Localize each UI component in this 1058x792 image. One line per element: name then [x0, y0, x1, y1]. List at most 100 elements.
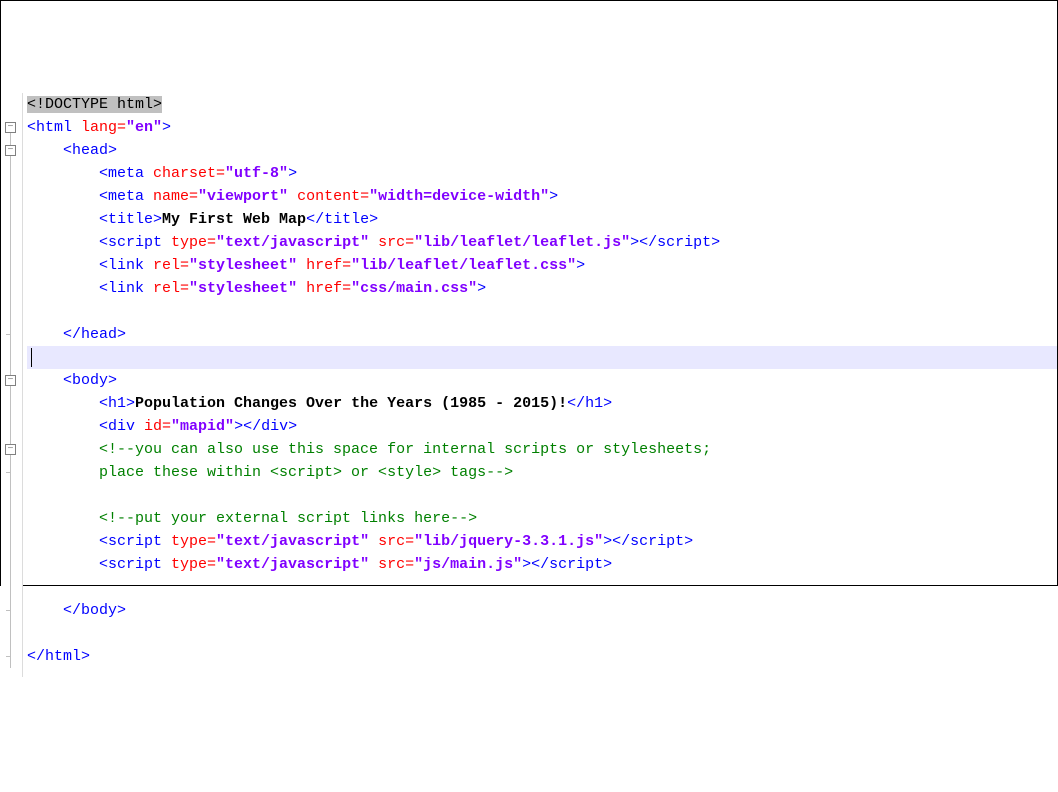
code-line[interactable]: <script type="text/javascript" src="lib/… [27, 231, 1057, 254]
code-line[interactable] [27, 346, 1057, 369]
token-tag [369, 234, 378, 251]
token-tag: <script [99, 533, 171, 550]
code-line[interactable]: <div id="mapid"></div> [27, 415, 1057, 438]
code-line[interactable]: </html> [27, 645, 1057, 668]
line-content: </html> [27, 648, 90, 665]
fold-end-tick [6, 472, 11, 473]
token-tag: <link [99, 257, 153, 274]
code-line[interactable] [27, 576, 1057, 599]
token-tag [297, 280, 306, 297]
code-line[interactable]: <body> [27, 369, 1057, 392]
token-tag: > [288, 165, 297, 182]
token-tag [297, 257, 306, 274]
line-content: </body> [27, 602, 126, 619]
token-hl-sel: <!DOCTYPE html> [27, 96, 162, 113]
code-line[interactable]: <link rel="stylesheet" href="lib/leaflet… [27, 254, 1057, 277]
token-tag: > [477, 280, 486, 297]
code-line[interactable] [27, 622, 1057, 645]
code-line[interactable]: <h1>Population Changes Over the Years (1… [27, 392, 1057, 415]
code-line[interactable]: <html lang="en"> [27, 116, 1057, 139]
code-line[interactable]: <!--put your external script links here-… [27, 507, 1057, 530]
line-content: <!--put your external script links here-… [27, 510, 477, 527]
token-str: "text/javascript" [216, 556, 369, 573]
code-line[interactable]: </head> [27, 323, 1057, 346]
code-line[interactable]: <link rel="stylesheet" href="css/main.cs… [27, 277, 1057, 300]
token-cmt: place these within <script> or <style> t… [99, 464, 513, 481]
line-content: <title>My First Web Map</title> [27, 211, 378, 228]
line-content: <script type="text/javascript" src="lib/… [27, 234, 720, 251]
token-str: "lib/jquery-3.3.1.js" [414, 533, 603, 550]
token-tag: > [162, 119, 171, 136]
token-tag: ></script> [630, 234, 720, 251]
code-line[interactable]: <script type="text/javascript" src="lib/… [27, 530, 1057, 553]
token-attr: rel= [153, 280, 189, 297]
line-content: <!--you can also use this space for inte… [27, 441, 711, 458]
line-content: <head> [27, 142, 117, 159]
token-tag [288, 188, 297, 205]
token-attr: charset= [153, 165, 225, 182]
line-content: <link rel="stylesheet" href="lib/leaflet… [27, 257, 585, 274]
fold-toggle[interactable]: − [5, 444, 16, 455]
token-str: "en" [126, 119, 162, 136]
code-line[interactable] [27, 484, 1057, 507]
token-tag: <html [27, 119, 81, 136]
code-line[interactable]: <!--you can also use this space for inte… [27, 438, 1057, 461]
token-attr: type= [171, 234, 216, 251]
token-str: "lib/leaflet/leaflet.css" [351, 257, 576, 274]
fold-end-tick [6, 610, 11, 611]
token-attr: lang= [81, 119, 126, 136]
token-tag: </title> [306, 211, 378, 228]
token-tag: <meta [99, 188, 153, 205]
token-str: "js/main.js" [414, 556, 522, 573]
token-tag [369, 533, 378, 550]
line-content: <div id="mapid"></div> [27, 418, 297, 435]
token-tag: </h1> [567, 395, 612, 412]
fold-toggle[interactable]: − [5, 122, 16, 133]
token-attr: type= [171, 533, 216, 550]
token-tag: </html> [27, 648, 90, 665]
token-cmt: <!--put your external script links here-… [99, 510, 477, 527]
token-tag: ></div> [234, 418, 297, 435]
code-line[interactable]: <!DOCTYPE html> [27, 93, 1057, 116]
line-content: <script type="text/javascript" src="lib/… [27, 533, 693, 550]
token-tag: ></script> [603, 533, 693, 550]
code-line[interactable]: <meta charset="utf-8"> [27, 162, 1057, 185]
token-str: "text/javascript" [216, 234, 369, 251]
fold-toggle[interactable]: − [5, 375, 16, 386]
token-tag: <script [99, 556, 171, 573]
token-tag: > [576, 257, 585, 274]
code-line[interactable] [27, 300, 1057, 323]
code-line[interactable]: <meta name="viewport" content="width=dev… [27, 185, 1057, 208]
line-content: <html lang="en"> [27, 119, 171, 136]
code-line[interactable]: </body> [27, 599, 1057, 622]
token-txt: My First Web Map [162, 211, 306, 228]
line-content: place these within <script> or <style> t… [27, 464, 513, 481]
code-line[interactable]: <head> [27, 139, 1057, 162]
code-line[interactable]: <script type="text/javascript" src="js/m… [27, 553, 1057, 576]
token-cmt: <!--you can also use this space for inte… [99, 441, 711, 458]
code-editor[interactable]: −−−− <!DOCTYPE html><html lang="en"> <he… [1, 93, 1057, 677]
token-tag: <head> [63, 142, 117, 159]
text-caret [31, 348, 32, 367]
token-tag: <div [99, 418, 144, 435]
token-str: "utf-8" [225, 165, 288, 182]
line-content: </head> [27, 326, 126, 343]
code-area[interactable]: <!DOCTYPE html><html lang="en"> <head> <… [23, 93, 1057, 677]
token-str: "lib/leaflet/leaflet.js" [414, 234, 630, 251]
token-tag: <body> [63, 372, 117, 389]
fold-toggle[interactable]: − [5, 145, 16, 156]
line-content: <meta name="viewport" content="width=dev… [27, 188, 558, 205]
line-content: <link rel="stylesheet" href="css/main.cs… [27, 280, 486, 297]
token-str: "stylesheet" [189, 257, 297, 274]
token-tag: <title> [99, 211, 162, 228]
token-txt: Population Changes Over the Years (1985 … [135, 395, 567, 412]
line-content: <script type="text/javascript" src="js/m… [27, 556, 612, 573]
fold-gutter[interactable]: − − − − [1, 93, 23, 677]
code-line[interactable]: place these within <script> or <style> t… [27, 461, 1057, 484]
token-tag [369, 556, 378, 573]
token-attr: src= [378, 556, 414, 573]
token-tag: <h1> [99, 395, 135, 412]
token-str: "text/javascript" [216, 533, 369, 550]
code-line[interactable]: <title>My First Web Map</title> [27, 208, 1057, 231]
token-attr: href= [306, 280, 351, 297]
